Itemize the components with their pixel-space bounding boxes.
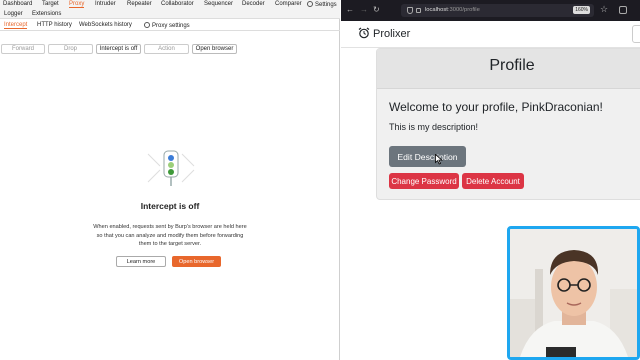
webcam-overlay bbox=[507, 226, 640, 360]
card-header: Profile bbox=[377, 49, 640, 89]
brand[interactable]: Prolixer bbox=[358, 27, 410, 40]
delete-account-button[interactable]: Delete Account bbox=[462, 173, 524, 189]
menu-proxy[interactable]: Proxy bbox=[69, 1, 85, 8]
tab-http-history[interactable]: HTTP history bbox=[37, 22, 72, 28]
gear-icon bbox=[307, 1, 313, 7]
menu-comparer[interactable]: Comparer bbox=[275, 1, 302, 7]
open-browser-button[interactable]: Open browser bbox=[172, 256, 221, 267]
tab-proxy-settings-label: Proxy settings bbox=[152, 23, 190, 29]
forward-button[interactable]: Forward bbox=[1, 44, 45, 54]
address-bar[interactable]: localhost:3000/profile 160% bbox=[401, 4, 594, 17]
profile-description: This is my description! bbox=[389, 122, 479, 132]
alarm-clock-icon bbox=[358, 27, 370, 39]
burp-proxy-panel: Dashboard Target Proxy Intruder Repeater… bbox=[0, 0, 340, 360]
menu-intruder[interactable]: Intruder bbox=[95, 1, 116, 7]
menu-collaborator[interactable]: Collaborator bbox=[161, 1, 194, 7]
page-info-icon bbox=[416, 8, 421, 13]
menu-sequencer[interactable]: Sequencer bbox=[204, 1, 233, 7]
bookmark-star-icon[interactable]: ☆ bbox=[600, 4, 608, 15]
reload-icon[interactable]: ↻ bbox=[373, 5, 380, 14]
navbar-toggler-button[interactable] bbox=[632, 25, 640, 43]
profile-card: Profile Welcome to your profile, PinkDra… bbox=[376, 48, 640, 200]
proxy-subtabs: Intercept HTTP history WebSockets histor… bbox=[0, 20, 340, 31]
menu-extensions[interactable]: Extensions bbox=[32, 11, 61, 17]
intercept-toggle-button[interactable]: Intercept is off bbox=[96, 44, 141, 54]
burp-menubar: Dashboard Target Proxy Intruder Repeater… bbox=[0, 0, 340, 10]
tab-intercept[interactable]: Intercept bbox=[4, 22, 28, 29]
menu-repeater[interactable]: Repeater bbox=[127, 1, 152, 7]
welcome-text: Welcome to your profile, PinkDraconian! bbox=[389, 100, 603, 114]
menu-settings[interactable]: Settings bbox=[307, 1, 337, 8]
back-icon[interactable]: ← bbox=[346, 5, 354, 14]
menu-target[interactable]: Target bbox=[42, 1, 59, 7]
open-browser-toolbar-button[interactable]: Open browser bbox=[192, 44, 237, 54]
url-path: :3000/profile bbox=[447, 7, 480, 13]
drop-button[interactable]: Drop bbox=[48, 44, 93, 54]
change-password-button[interactable]: Change Password bbox=[389, 173, 459, 189]
learn-more-button[interactable]: Learn more bbox=[116, 256, 166, 267]
url-text: localhost:3000/profile bbox=[425, 7, 480, 13]
shield-icon bbox=[407, 7, 413, 14]
edit-description-button[interactable]: Edit Description bbox=[389, 146, 466, 167]
mouse-cursor-icon bbox=[435, 154, 443, 165]
action-button[interactable]: Action bbox=[144, 44, 189, 54]
forward-icon[interactable]: → bbox=[360, 5, 368, 14]
extensions-icon[interactable] bbox=[619, 6, 627, 14]
menu-decoder[interactable]: Decoder bbox=[242, 1, 265, 7]
presenter-video bbox=[510, 229, 637, 357]
traffic-light-icon bbox=[147, 150, 195, 186]
intercept-description: When enabled, requests sent by Burp's br… bbox=[93, 224, 247, 247]
intercept-title: Intercept is off bbox=[140, 201, 200, 211]
gear-icon bbox=[144, 22, 150, 28]
zoom-badge[interactable]: 160% bbox=[573, 6, 590, 14]
tab-websockets-history[interactable]: WebSockets history bbox=[79, 22, 132, 28]
card-title: Profile bbox=[489, 57, 535, 74]
menu-logger[interactable]: Logger bbox=[4, 11, 23, 17]
menu-dashboard[interactable]: Dashboard bbox=[3, 1, 32, 7]
menu-settings-label: Settings bbox=[315, 2, 337, 8]
brand-label: Prolixer bbox=[373, 28, 411, 40]
burp-menubar-row2: Logger Extensions bbox=[0, 10, 340, 19]
tab-proxy-settings[interactable]: Proxy settings bbox=[144, 22, 190, 29]
url-host: localhost bbox=[425, 7, 448, 13]
app-navbar: Prolixer bbox=[341, 21, 640, 48]
browser-toolbar: ← → ↻ localhost:3000/profile 160% ☆ bbox=[341, 0, 640, 21]
